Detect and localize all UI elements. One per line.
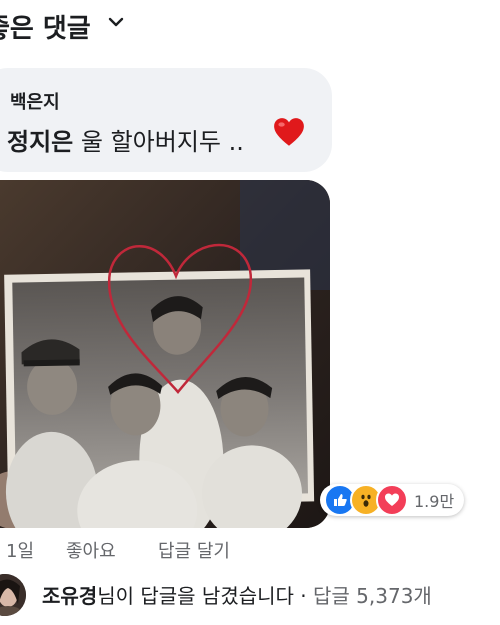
comment-bubble: 백은지 정지은 울 할아버지두 .. [0, 68, 332, 172]
comment-body: 울 할아버지두 .. [80, 128, 244, 156]
love-icon [376, 484, 408, 516]
reply-summary-text: 조유경님이 답글을 남겼습니다 · 답글 5,373개 [42, 580, 432, 609]
avatar [0, 574, 26, 616]
reply-action-text: 님이 답글을 남겼습니다 · [97, 584, 313, 608]
attached-photo[interactable] [0, 180, 330, 528]
reply-author[interactable]: 조유경 [42, 584, 97, 608]
reaction-summary[interactable]: 1.9만 [320, 484, 465, 516]
reply-count[interactable]: 답글 5,373개 [313, 584, 432, 608]
comment-timestamp[interactable]: 1일 [6, 537, 34, 563]
mention-tag[interactable]: 정지은 [7, 128, 73, 156]
comment-author[interactable]: 백은지 [10, 88, 60, 114]
comments-filter-label[interactable]: 좋은 댓글 [0, 8, 91, 45]
reply-button[interactable]: 답글 달기 [158, 537, 230, 563]
chevron-down-icon[interactable] [108, 14, 124, 30]
red-heart-icon [274, 118, 304, 146]
comments-header[interactable]: 좋은 댓글 [0, 0, 500, 52]
vintage-photo-image [0, 180, 330, 528]
reaction-count: 1.9만 [414, 492, 455, 511]
reply-summary-row[interactable]: 조유경님이 답글을 남겼습니다 · 답글 5,373개 [0, 570, 500, 616]
comment-text: 정지은 울 할아버지두 .. [7, 122, 244, 157]
like-button[interactable]: 좋아요 [66, 537, 116, 563]
